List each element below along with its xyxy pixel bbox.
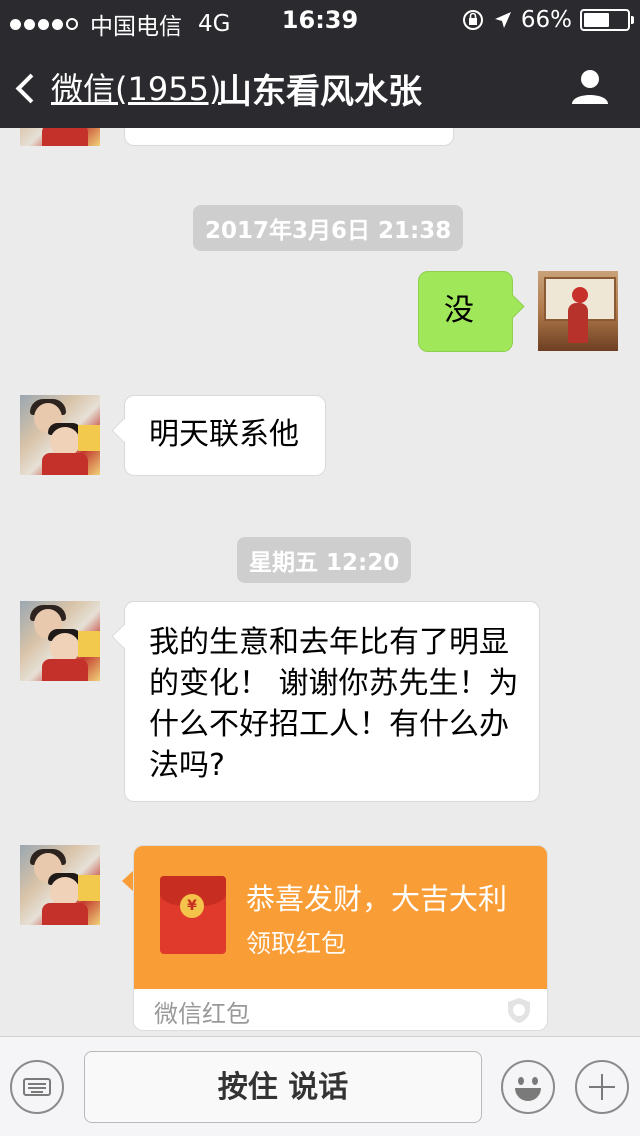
status-right: 66% [461,7,634,33]
chat-area[interactable]: 2017年3月6日 21:38 没 明天联系他 星期五 12:20 我的生意和去… [0,128,640,1036]
input-bar: 按住 说话 [0,1036,640,1136]
contact-info-icon[interactable] [570,66,610,106]
message-bubble-sent[interactable]: 没 [418,271,513,352]
red-envelope-icon: ¥ [160,876,226,954]
message-text: 没 [444,293,474,328]
chat-title: 山东看风水张 [218,72,422,112]
avatar-contact[interactable] [20,128,100,146]
emoji-button[interactable] [501,1060,555,1114]
status-bar: 中国电信 4G 16:39 66% [0,0,640,40]
keyboard-icon [23,1078,51,1096]
keyboard-toggle-button[interactable] [10,1060,64,1114]
red-packet-card[interactable]: ¥ 恭喜发财，大吉大利 领取红包 微信红包 [133,845,548,1031]
avatar-contact[interactable] [20,395,100,475]
battery-icon [580,9,634,31]
avatar-contact[interactable] [20,601,100,681]
smiley-icon [518,1077,524,1085]
message-text: 明天联系他 [149,417,299,452]
message-bubble-received[interactable]: 明天联系他 [124,395,326,476]
timestamp: 星期五 12:20 [237,537,412,583]
battery-percent: 66% [520,7,572,33]
message-bubble-received[interactable]: 我的生意和去年比有了明显的变化！ 谢谢你苏先生！为什么不好招工人！有什么办法吗? [124,601,540,802]
orientation-lock-icon [462,10,483,30]
more-options-button[interactable] [575,1060,629,1114]
timestamp: 2017年3月6日 21:38 [193,205,464,251]
message-bubble-partial[interactable] [124,128,454,146]
red-packet-title: 恭喜发财，大吉大利 [246,882,508,916]
red-packet-subtitle: 领取红包 [246,929,347,958]
nav-bar: 微信(1955) 山东看风水张 [0,40,640,128]
red-packet-header: ¥ 恭喜发财，大吉大利 领取红包 [134,846,547,989]
red-packet-logo-icon [508,998,530,1023]
location-arrow-icon [494,12,511,28]
hold-to-talk-button[interactable]: 按住 说话 [84,1051,482,1123]
avatar-me[interactable] [538,271,618,351]
message-text: 我的生意和去年比有了明显的变化！ 谢谢你苏先生！为什么不好招工人！有什么办法吗? [149,625,519,783]
avatar-contact[interactable] [20,845,100,925]
red-packet-footer: 微信红包 [154,1000,250,1028]
